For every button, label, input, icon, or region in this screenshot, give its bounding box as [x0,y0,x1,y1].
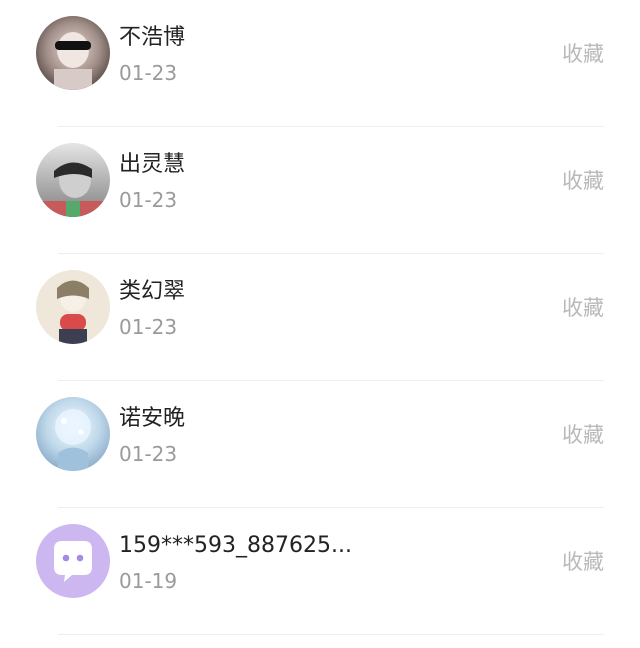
contact-date: 01-23 [119,315,178,339]
avatar-photo-icon [36,143,110,217]
avatar[interactable] [36,16,110,90]
avatar-photo-icon [36,16,110,90]
favorite-button[interactable]: 收藏 [562,38,604,70]
contact-name: 诺安晚 [119,406,186,431]
avatar[interactable] [36,397,110,471]
favorite-button[interactable]: 收藏 [562,419,604,451]
list-item[interactable]: 159***593_887625... 01-19 收藏 [0,508,640,636]
favorite-button[interactable]: 收藏 [562,292,604,324]
contact-name: 159***593_887625... [119,533,352,558]
favorite-button[interactable]: 收藏 [562,546,604,578]
avatar[interactable] [36,143,110,217]
chat-bubble-icon [36,524,110,598]
favorite-button[interactable]: 收藏 [562,165,604,197]
contact-name: 不浩博 [119,25,186,50]
list-item[interactable]: 类幻翠 01-23 收藏 [0,254,640,382]
contact-list: 不浩博 01-23 收藏 出灵慧 01-23 收藏 类幻翠 01-23 收藏 诺… [0,0,640,648]
contact-date: 01-23 [119,61,178,85]
list-item[interactable]: 不浩博 01-23 收藏 [0,0,640,128]
avatar[interactable] [36,524,110,598]
avatar[interactable] [36,270,110,344]
avatar-photo-icon [36,397,110,471]
contact-date: 01-19 [119,569,178,593]
contact-date: 01-23 [119,442,178,466]
contact-date: 01-23 [119,188,178,212]
list-item[interactable]: 出灵慧 01-23 收藏 [0,127,640,255]
avatar-photo-icon [36,270,110,344]
list-item[interactable]: 诺安晚 01-23 收藏 [0,381,640,509]
divider [58,634,604,635]
contact-name: 类幻翠 [119,279,186,304]
contact-name: 出灵慧 [119,152,186,177]
